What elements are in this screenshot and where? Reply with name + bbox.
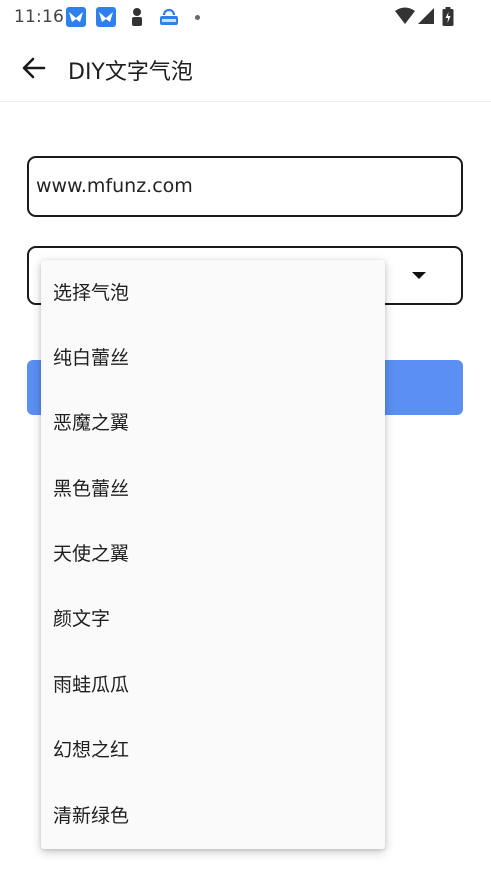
menu-item[interactable]: 天使之翼 bbox=[41, 524, 385, 584]
bird-app-icon bbox=[96, 7, 116, 27]
signal-icon bbox=[418, 7, 434, 29]
text-input-value: www.mfunz.com bbox=[36, 175, 193, 197]
status-time: 11:16 bbox=[14, 7, 64, 27]
menu-item[interactable]: 颜文字 bbox=[41, 589, 385, 649]
dot-icon bbox=[195, 15, 200, 20]
menu-item[interactable]: 黑色蕾丝 bbox=[41, 459, 385, 519]
screen: 11:16 DIY文字气泡 www.mfunz.com 选择气泡 纯白蕾丝 恶魔… bbox=[0, 0, 491, 873]
text-input[interactable]: www.mfunz.com bbox=[27, 156, 463, 217]
page-title: DIY文字气泡 bbox=[68, 60, 193, 85]
wifi-icon bbox=[395, 7, 415, 29]
bird-app-icon bbox=[66, 7, 86, 27]
menu-item[interactable]: 纯白蕾丝 bbox=[41, 328, 385, 388]
menu-item[interactable]: 幻想之红 bbox=[41, 720, 385, 780]
menu-item[interactable]: 选择气泡 bbox=[41, 263, 385, 323]
person-icon bbox=[128, 7, 148, 27]
battery-icon bbox=[442, 7, 454, 31]
dropdown-caret-icon bbox=[412, 272, 426, 279]
app-bar: DIY文字气泡 bbox=[0, 34, 491, 102]
cloud-lock-icon bbox=[156, 7, 182, 27]
menu-item[interactable]: 雨蛙瓜瓜 bbox=[41, 655, 385, 715]
arrow-left-icon[interactable] bbox=[18, 52, 50, 84]
status-bar: 11:16 bbox=[0, 0, 491, 34]
dropdown-menu: 选择气泡 纯白蕾丝 恶魔之翼 黑色蕾丝 天使之翼 颜文字 雨蛙瓜瓜 幻想之红 清… bbox=[41, 260, 385, 849]
menu-item[interactable]: 恶魔之翼 bbox=[41, 393, 385, 453]
menu-item[interactable]: 清新绿色 bbox=[41, 786, 385, 846]
